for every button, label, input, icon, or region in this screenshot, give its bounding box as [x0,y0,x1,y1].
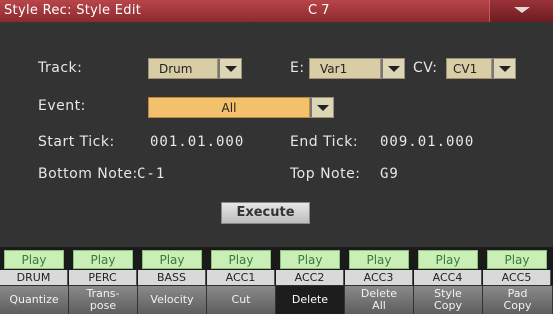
tab-label-line1: Velocity [150,293,194,306]
dropdown-arrow-icon [225,66,237,72]
track-cell-drum: Play DRUM [0,247,68,285]
event-label: Event: [38,98,86,114]
track-strip: Play DRUM Play PERC Play BASS Play ACC1 Play ACC2… [0,247,553,285]
tab-label-line1: Quantize [9,293,59,306]
tab-delete-all[interactable]: Delete All [345,286,414,314]
tab-style-copy[interactable]: Style Copy [414,286,483,314]
track-cell-acc4: Play ACC4 [414,247,482,285]
title-bar: Style Rec: Style Edit C 7 [0,0,553,22]
bottom-note-value[interactable]: C-1 [137,166,165,182]
function-tabs: Quantize Trans-pose Velocity Cut Delete Delet… [0,286,553,314]
top-note-label: Top Note: [290,166,361,182]
dropdown-arrow-icon [317,105,329,111]
top-note-value[interactable]: G9 [380,166,399,182]
execute-button[interactable]: Execute [221,202,310,224]
play-toggle[interactable]: Play [4,250,64,269]
track-name: ACC4 [414,270,482,285]
play-toggle[interactable]: Play [487,250,547,269]
tab-label-line1: Cut [231,293,251,306]
event-dropdown-button[interactable] [310,97,334,118]
e-label: E: [290,60,305,76]
page-menu-button[interactable] [489,0,553,22]
track-label: Track: [38,60,83,76]
play-toggle[interactable]: Play [418,250,478,269]
track-name: PERC [69,270,137,285]
page-title: Style Rec: Style Edit [4,3,142,18]
play-toggle[interactable]: Play [211,250,271,269]
track-name: ACC5 [483,270,551,285]
cv-dropdown-button[interactable] [492,58,516,79]
tab-pad-copy[interactable]: Pad Copy [483,286,553,314]
play-toggle[interactable]: Play [349,250,409,269]
track-name: ACC2 [276,270,344,285]
track-dropdown-button[interactable] [218,58,242,79]
tab-label-line2: Copy [434,299,462,312]
event-select-value: All [148,97,310,118]
play-toggle[interactable]: Play [73,250,133,269]
tab-trans-pose[interactable]: Trans-pose [69,286,138,314]
track-name: DRUM [0,270,68,285]
e-select[interactable]: Var1 [309,58,405,79]
cv-label: CV: [413,60,438,76]
event-select[interactable]: All [148,97,334,118]
track-name: ACC1 [207,270,275,285]
edit-panel: Track: Drum E: Var1 CV: CV1 Event: All S… [0,22,553,247]
end-tick-value[interactable]: 009.01.000 [380,134,474,150]
dropdown-arrow-icon [388,66,400,72]
play-toggle[interactable]: Play [280,250,340,269]
play-toggle[interactable]: Play [142,250,202,269]
dropdown-arrow-icon [499,66,511,72]
cv-select[interactable]: CV1 [446,58,516,79]
track-select[interactable]: Drum [148,58,242,79]
e-dropdown-button[interactable] [381,58,405,79]
start-tick-label: Start Tick: [38,134,115,150]
tab-velocity[interactable]: Velocity [138,286,207,314]
e-select-value: Var1 [309,58,381,79]
track-cell-acc5: Play ACC5 [483,247,551,285]
bottom-note-label: Bottom Note: [38,166,138,182]
track-select-value: Drum [148,58,218,79]
track-cell-acc1: Play ACC1 [207,247,275,285]
tab-cut[interactable]: Cut [207,286,276,314]
style-edit-screen: Style Rec: Style Edit C 7 Track: Drum E:… [0,0,553,314]
track-name: ACC3 [345,270,413,285]
track-cell-bass: Play BASS [138,247,206,285]
track-name: BASS [138,270,206,285]
tab-quantize[interactable]: Quantize [0,286,69,314]
cv-select-value: CV1 [446,58,492,79]
tab-label-line2: All [372,299,386,312]
tab-delete[interactable]: Delete [276,286,345,314]
tab-label-line1: Delete [291,293,329,306]
tab-label-line2: Copy [503,299,532,312]
tab-label-line2: pose [89,299,117,312]
end-tick-label: End Tick: [290,134,359,150]
start-tick-value[interactable]: 001.01.000 [150,134,244,150]
track-cell-acc2: Play ACC2 [276,247,344,285]
chord-readout: C 7 [308,3,330,18]
chevron-down-icon [514,7,530,13]
track-cell-acc3: Play ACC3 [345,247,413,285]
track-cell-perc: Play PERC [69,247,137,285]
